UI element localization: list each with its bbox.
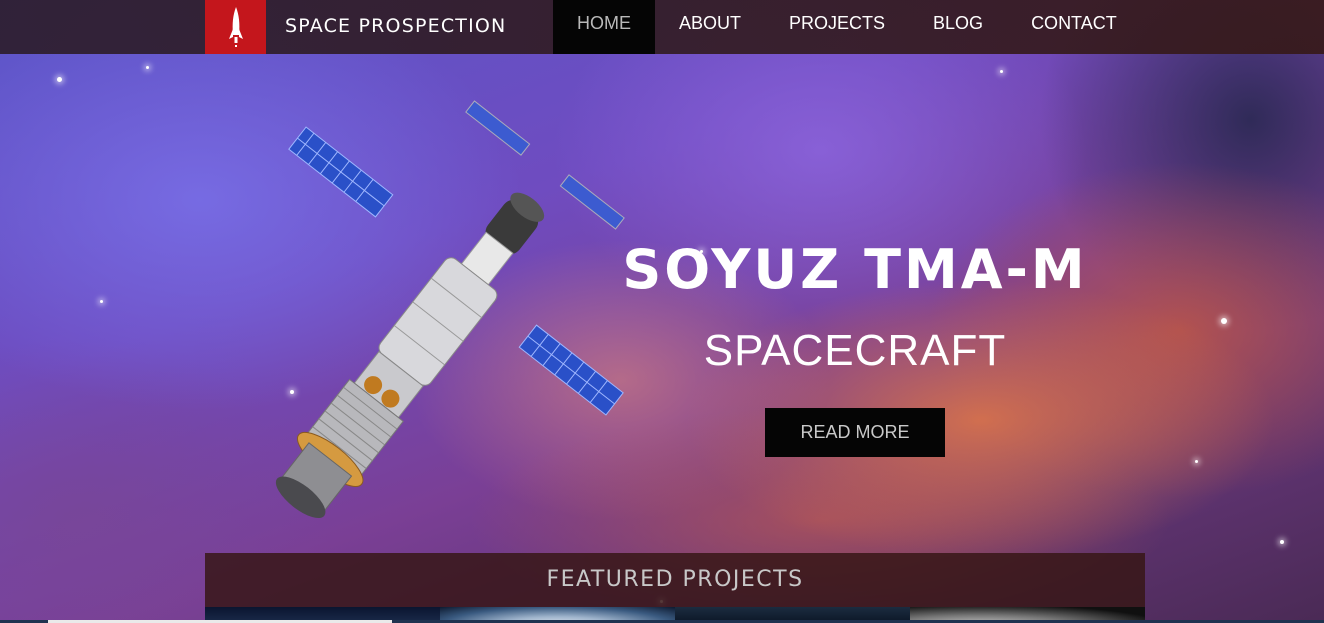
nav-home[interactable]: HOME	[553, 0, 655, 54]
main-nav: HOME ABOUT PROJECTS BLOG CONTACT	[553, 0, 1141, 54]
star	[1195, 460, 1198, 463]
nav-about[interactable]: ABOUT	[655, 0, 765, 54]
featured-projects-header: FEATURED PROJECTS	[205, 553, 1145, 607]
top-navigation-bar: SPACE PROSPECTION HOME ABOUT PROJECTS BL…	[0, 0, 1324, 54]
nav-blog[interactable]: BLOG	[909, 0, 1007, 54]
star	[100, 300, 103, 303]
star	[146, 66, 149, 69]
rocket-icon	[228, 7, 243, 47]
hero-title: SOYUZ TMA-M	[622, 238, 1088, 301]
nav-contact[interactable]: CONTACT	[1007, 0, 1141, 54]
hero-subtitle: SPACECRAFT	[703, 326, 1007, 375]
nav-projects[interactable]: PROJECTS	[765, 0, 909, 54]
star	[1000, 70, 1003, 73]
brand-name[interactable]: SPACE PROSPECTION	[285, 15, 506, 37]
logo[interactable]	[205, 0, 266, 54]
star	[1221, 318, 1227, 324]
star	[1280, 540, 1284, 544]
read-more-button[interactable]: READ MORE	[765, 408, 945, 457]
featured-projects-title: FEATURED PROJECTS	[546, 567, 804, 592]
star	[57, 77, 62, 82]
